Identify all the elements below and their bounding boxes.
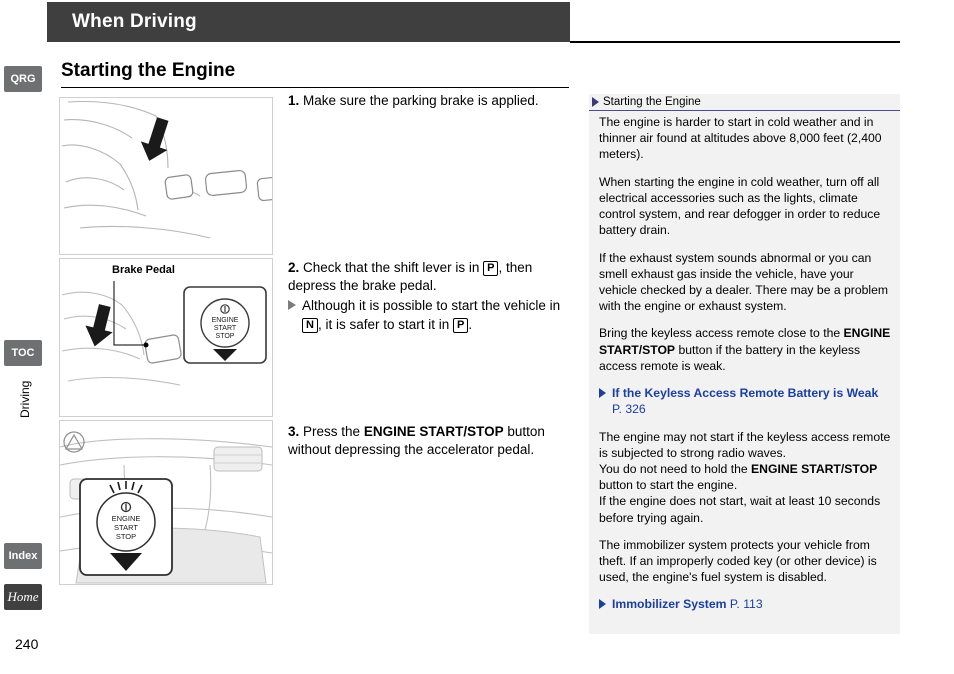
section-rule [61, 87, 569, 88]
cross-reference-link-2[interactable]: Immobilizer System P. 113 [599, 596, 891, 612]
sidebar-tab-toc[interactable]: TOC [4, 340, 42, 366]
step-1-text: Make sure the parking brake is applied. [303, 93, 539, 108]
figure-dashboard-start-button: ENGINE START STOP [59, 420, 273, 585]
svg-text:START: START [214, 325, 237, 332]
svg-text:STOP: STOP [116, 532, 136, 541]
note-marker-icon [592, 97, 599, 107]
cross-reference-link-2-page: P. 113 [729, 597, 763, 612]
step-3-number: 3. [288, 424, 300, 439]
note-paragraph-3: If the exhaust system sounds abnormal or… [599, 250, 889, 314]
sidebar-tab-home[interactable]: Home [4, 584, 42, 610]
note-paragraph-1: The engine is harder to start in cold we… [599, 115, 882, 162]
step-2-text-a: Check that the shift lever is in [303, 260, 480, 275]
note-paragraph-restart: If the engine does not start, wait at le… [599, 494, 881, 525]
side-note-header: Starting the Engine [589, 94, 900, 111]
figure-brake-pedal: ENGINE START STOP Brake Pedal [59, 258, 273, 417]
shift-position-n-key: N [302, 317, 318, 333]
header-rule [570, 41, 900, 43]
page-number: 240 [15, 636, 39, 652]
step-3-bold-term: ENGINE START/STOP [363, 424, 504, 439]
sidebar-chapter-label: Driving [18, 380, 32, 418]
figure-brake-pedal-caption: Brake Pedal [112, 264, 175, 276]
step-3: 3. Press the ENGINE START/STOP button wi… [288, 423, 573, 459]
page-header-title: When Driving [72, 11, 197, 32]
cross-reference-link-1[interactable]: If the Keyless Access Remote Battery is … [599, 385, 891, 417]
sidebar-tab-toc-label: TOC [11, 347, 35, 359]
step-2-sub-b: , it is safer to start it in [317, 316, 450, 332]
step-2-sub-c: . [468, 316, 473, 332]
note-paragraph-radio: The engine may not start if the keyless … [599, 429, 891, 460]
step-3-text-a: Press the [303, 424, 361, 439]
note-keyless-a: Bring the keyless access remote close to… [599, 326, 841, 341]
svg-text:ENGINE: ENGINE [112, 514, 141, 523]
step-2-sub-a: Although it is possible to start the veh… [302, 298, 561, 314]
sidebar-tab-home-label: Home [7, 589, 39, 604]
engine-start-stop-button-inset: ENGINE START STOP [183, 286, 267, 364]
step-2-main: 2. Check that the shift lever is in P, t… [288, 259, 573, 295]
note-paragraph-2: When starting the engine in cold weather… [599, 174, 881, 238]
substep-arrow-icon [288, 300, 296, 311]
sidebar-tab-index[interactable]: Index [4, 543, 42, 569]
side-note-body: The engine is harder to start in cold we… [599, 114, 891, 624]
note-hold-bold: ENGINE START/STOP [751, 461, 878, 476]
engine-start-stop-button-callout: ENGINE START STOP [79, 478, 173, 576]
sidebar-tab-qrg-label: QRG [10, 73, 36, 85]
link-marker-icon [599, 388, 606, 399]
sidebar-tab-qrg[interactable]: QRG [4, 66, 42, 92]
note-paragraph-keyless: Bring the keyless access remote close to… [599, 325, 891, 374]
page-header-bar: When Driving [47, 2, 570, 42]
svg-text:START: START [114, 523, 138, 532]
sidebar-tab-index-label: Index [8, 550, 38, 562]
note-hold-a: You do not need to hold the [599, 461, 748, 476]
cross-reference-link-2-text: Immobilizer System [612, 597, 727, 612]
shift-position-p-key-2: P [453, 317, 469, 333]
note-paragraph-immobilizer: The immobilizer system protects your veh… [599, 537, 877, 585]
svg-text:STOP: STOP [216, 333, 235, 340]
note-hold-b: button to start the engine. [599, 478, 738, 493]
step-2: 2. Check that the shift lever is in P, t… [288, 259, 573, 334]
cross-reference-link-1-page: P. 326 [612, 402, 646, 417]
step-2-number: 2. [288, 260, 300, 275]
shift-position-p-key: P [483, 261, 499, 276]
figure-parking-brake [59, 97, 273, 255]
svg-text:ENGINE: ENGINE [212, 317, 239, 324]
section-title: Starting the Engine [61, 60, 236, 81]
note-paragraph-hold: You do not need to hold the ENGINE START… [599, 461, 891, 493]
side-note-header-title: Starting the Engine [603, 96, 701, 108]
link-marker-icon-2 [599, 599, 606, 610]
figure-parking-brake-illustration [61, 100, 272, 239]
step-1: 1. Make sure the parking brake is applie… [288, 92, 573, 110]
step-1-number: 1. [288, 93, 300, 108]
cross-reference-link-1-text: If the Keyless Access Remote Battery is … [612, 386, 879, 401]
step-2-substep: Although it is possible to start the veh… [288, 297, 573, 333]
arrow-marker [140, 117, 169, 161]
